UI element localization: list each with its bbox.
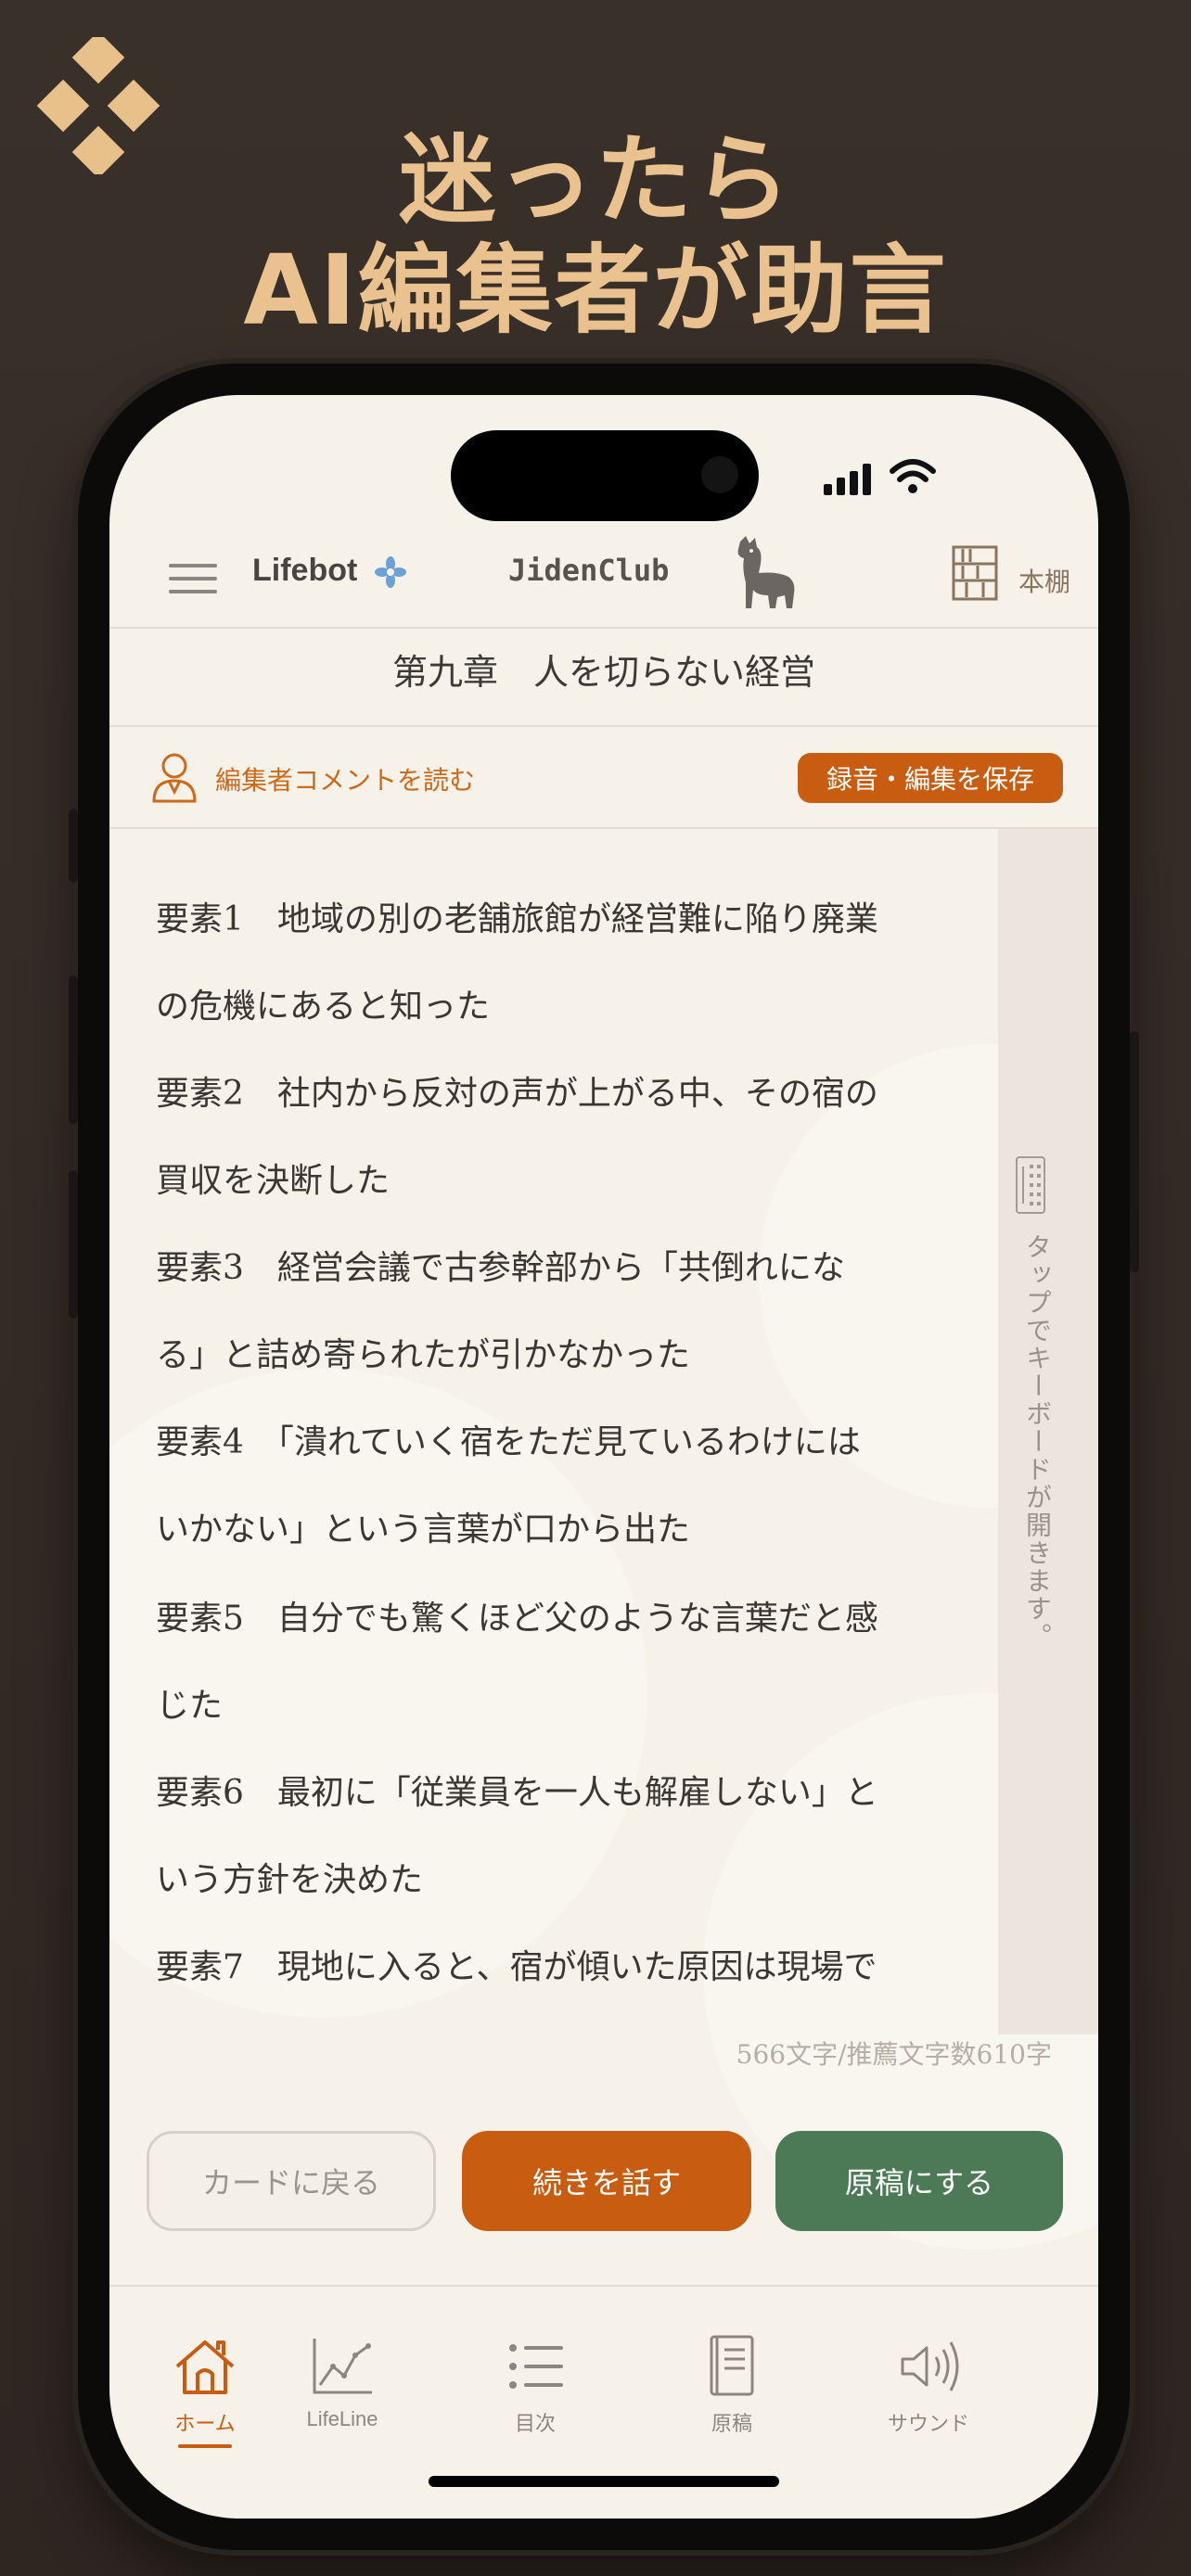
keyboard-hint-panel[interactable]: タップでキーボードが開きます。 [998, 829, 1098, 2034]
brand-name: Lifebot [252, 553, 358, 588]
tab-home-label: ホーム [174, 2412, 236, 2435]
promo-headline-line2: AI編集者が助言 [243, 234, 948, 347]
home-indicator [429, 2476, 779, 2487]
tab-lifeline[interactable]: LifeLine [273, 2333, 412, 2431]
element-line: 要素2 社内から反対の声が上がる中、その宿の [156, 1075, 878, 1113]
editor-comment-link[interactable]: 編集者コメントを読む [215, 760, 475, 797]
bookshelf-label[interactable]: 本棚 [1018, 562, 1070, 599]
tab-manuscript-label: 原稿 [711, 2412, 752, 2435]
tab-manuscript[interactable]: 原稿 [662, 2333, 801, 2437]
character-count: 566文字/推薦文字数610字 [736, 2039, 1052, 2070]
flower-icon [375, 556, 406, 588]
keyboard-hint-text: タップでキーボードが開きます。 [1022, 1233, 1053, 1651]
tab-contents-label: 目次 [514, 2412, 556, 2435]
hamburger-menu-icon[interactable] [169, 562, 217, 595]
tab-contents[interactable]: 目次 [466, 2333, 605, 2437]
manuscript-text-area[interactable]: 要素1 地域の別の老舗旅館が経営難に陥り廃業 の危機にあると知った 要素2 社内… [109, 829, 998, 2109]
home-icon [175, 2340, 235, 2394]
editor-person-icon[interactable] [150, 751, 198, 803]
tab-sound-label: サウンド [887, 2412, 969, 2435]
chart-line-icon [313, 2339, 372, 2394]
tab-sound[interactable]: サウンド [859, 2333, 998, 2437]
chapter-title: 第九章 人を切らない経営 [391, 652, 815, 693]
tab-home[interactable]: ホーム [135, 2333, 275, 2437]
book-icon [710, 2335, 754, 2396]
element-line: じた [156, 1687, 224, 1725]
save-recording-button[interactable]: 録音・編集を保存 [798, 753, 1063, 803]
tab-lifeline-label: LifeLine [306, 2407, 378, 2430]
speaker-icon [901, 2341, 959, 2391]
element-line: の危機にあると知った [156, 988, 491, 1026]
continue-speaking-button[interactable]: 続きを話す [462, 2131, 751, 2231]
element-line: 要素5 自分でも驚くほど父のような言葉だと感 [156, 1600, 878, 1638]
alpaca-icon [737, 536, 795, 608]
element-line: 要素6 最初に「従業員を一人も解雇しない」と [156, 1774, 878, 1812]
keyboard-icon [1016, 1156, 1045, 1214]
active-tab-indicator [178, 2444, 232, 2448]
make-draft-button[interactable]: 原稿にする [775, 2131, 1063, 2231]
element-line: 買収を決断した [156, 1162, 391, 1200]
list-icon [509, 2344, 563, 2389]
back-to-cards-button[interactable]: カードに戻る [147, 2131, 436, 2231]
club-name: JidenClub [508, 553, 670, 588]
phone-frame: Lifebot JidenClub 本棚 第九章 人を切らない経営 編集者コメン… [69, 363, 1139, 2550]
wifi-icon [890, 459, 936, 493]
element-line: 要素7 現地に入ると、宿が傾いた原因は現場で [156, 1948, 877, 1986]
element-line: る」と詰め寄られたが引かなかった [156, 1336, 691, 1374]
editor-toolbar: 編集者コメントを読む 録音・編集を保存 [109, 727, 1098, 827]
signal-icon [824, 464, 871, 495]
app-header: Lifebot JidenClub 本棚 [109, 525, 1098, 627]
element-line: いう方針を決めた [156, 1861, 424, 1899]
element-line: 要素4 「潰れていく宿をただ見ているわけには [156, 1423, 861, 1461]
element-line: いかない」という言葉が口から出た [156, 1511, 691, 1549]
app-screen: Lifebot JidenClub 本棚 第九章 人を切らない経営 編集者コメン… [109, 395, 1098, 2519]
element-line: 要素3 経営会議で古参幹部から「共倒れにな [156, 1249, 845, 1287]
dynamic-island [451, 430, 759, 521]
promo-headline-line1: 迷ったら [398, 123, 792, 236]
bookshelf-icon[interactable] [952, 545, 998, 601]
element-line: 要素1 地域の別の老舗旅館が経営難に陥り廃業 [156, 900, 878, 938]
